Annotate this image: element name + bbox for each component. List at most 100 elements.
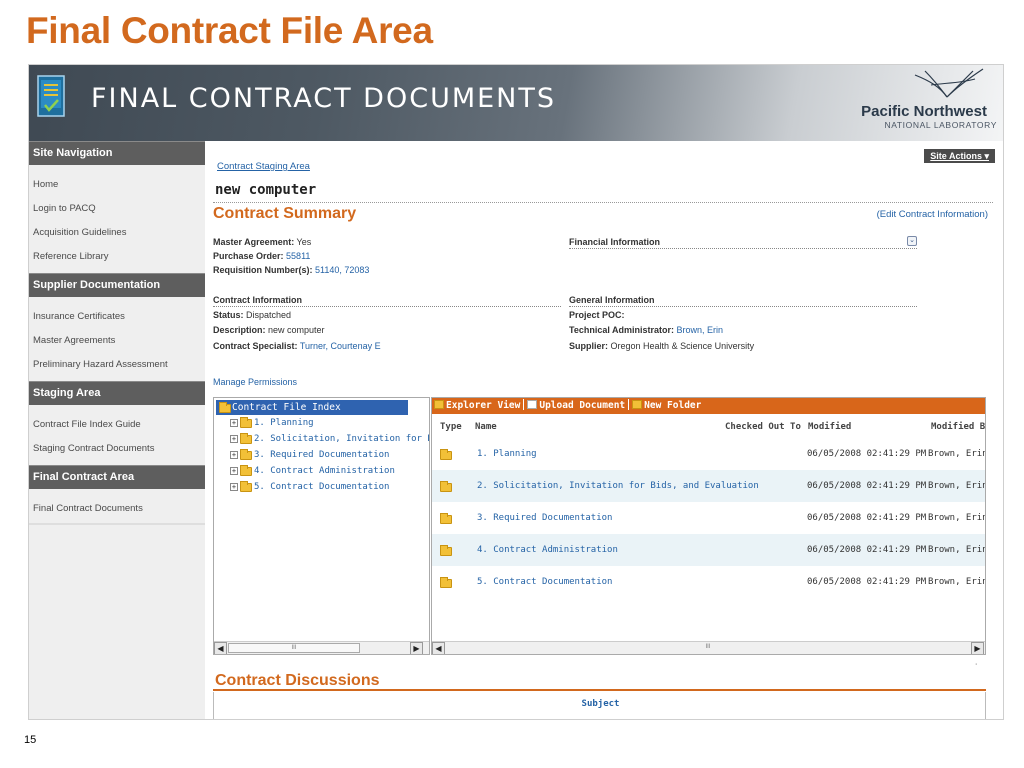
row-name-link[interactable]: 5. Contract Documentation bbox=[477, 577, 612, 587]
upload-icon bbox=[527, 400, 538, 409]
row-modified: 06/05/2008 02:41:29 PM bbox=[807, 513, 927, 523]
row-modified: 06/05/2008 02:41:29 PM bbox=[807, 481, 927, 491]
row-modified-by: Brown, Erin bbox=[928, 481, 986, 491]
page-title: new computer bbox=[215, 182, 317, 198]
contract-file-tree: − Contract File Index + 1. Planning + 2.… bbox=[213, 397, 430, 655]
page-number: 15 bbox=[24, 734, 37, 746]
specialist-field: Contract Specialist: Turner, Courtenay E bbox=[213, 341, 381, 351]
explorer-view-button[interactable]: Explorer View bbox=[434, 400, 520, 411]
new-folder-icon bbox=[632, 400, 643, 409]
tree-item-solicitation[interactable]: + 2. Solicitation, Invitation for Bids, … bbox=[230, 433, 429, 445]
plus-icon[interactable]: + bbox=[230, 467, 238, 475]
row-name-link[interactable]: 1. Planning bbox=[477, 449, 537, 459]
slide: Final Contract File Area FINAL CONTRACT … bbox=[0, 0, 1024, 768]
folder-icon bbox=[240, 481, 252, 492]
manage-permissions-link[interactable]: Manage Permissions bbox=[213, 377, 297, 387]
column-header-modified-by[interactable]: Modified By bbox=[931, 422, 985, 432]
specialist-link[interactable]: Turner, Courtenay E bbox=[300, 341, 381, 351]
folder-icon bbox=[440, 513, 452, 524]
folder-icon bbox=[240, 433, 252, 444]
scroll-left-icon[interactable]: ◀ bbox=[432, 642, 445, 654]
scroll-track[interactable]: III bbox=[446, 643, 970, 653]
folder-icon bbox=[440, 577, 452, 588]
tree-item-contract-administration[interactable]: + 4. Contract Administration bbox=[230, 465, 395, 477]
pnnl-subtitle: NATIONAL LABORATORY bbox=[884, 120, 997, 130]
row-name-link[interactable]: 4. Contract Administration bbox=[477, 545, 618, 555]
column-header-name[interactable]: Name bbox=[475, 422, 497, 432]
nav-heading-final-contract-area[interactable]: Final Contract Area bbox=[29, 465, 205, 489]
discussions-menu-icon[interactable]: ˙ bbox=[975, 663, 978, 674]
column-header-type[interactable]: Type bbox=[440, 422, 462, 432]
list-row[interactable]: 3. Required Documentation 06/05/2008 02:… bbox=[432, 502, 985, 534]
column-header-checked-out-to[interactable]: Checked Out To bbox=[725, 422, 801, 432]
discussions-table: Subject bbox=[213, 692, 987, 719]
plus-icon[interactable]: + bbox=[230, 419, 238, 427]
folder-icon bbox=[219, 402, 231, 413]
column-header-modified[interactable]: Modified bbox=[808, 422, 851, 432]
plus-icon[interactable]: + bbox=[230, 451, 238, 459]
new-folder-button[interactable]: New Folder bbox=[632, 400, 701, 411]
tree-item-required-documentation[interactable]: + 3. Required Documentation bbox=[230, 449, 389, 461]
pnnl-logo-icon bbox=[914, 68, 984, 98]
list-row[interactable]: 5. Contract Documentation 06/05/2008 02:… bbox=[432, 566, 985, 598]
row-modified: 06/05/2008 02:41:29 PM bbox=[807, 449, 927, 459]
list-row[interactable]: 1. Planning 06/05/2008 02:41:29 PM Brown… bbox=[432, 438, 985, 470]
scroll-left-icon[interactable]: ◀ bbox=[214, 642, 227, 654]
list-horizontal-scrollbar[interactable]: ◀ III ▶ bbox=[432, 641, 985, 654]
scroll-thumb[interactable]: III bbox=[228, 643, 360, 653]
folder-icon bbox=[240, 417, 252, 428]
row-modified: 06/05/2008 02:41:29 PM bbox=[807, 545, 927, 555]
upload-document-button[interactable]: Upload Document bbox=[527, 400, 625, 411]
tree-horizontal-scrollbar[interactable]: ◀ III ▶ bbox=[214, 641, 429, 654]
plus-icon[interactable]: + bbox=[230, 483, 238, 491]
nav-item-contract-file-index-guide[interactable]: Contract File Index Guide bbox=[29, 413, 205, 437]
row-name-link[interactable]: 3. Required Documentation bbox=[477, 513, 612, 523]
nav-item-master-agreements[interactable]: Master Agreements bbox=[29, 329, 205, 353]
row-modified-by: Brown, Erin bbox=[928, 545, 986, 555]
nav-heading-supplier-documentation[interactable]: Supplier Documentation bbox=[29, 273, 205, 297]
scroll-right-icon[interactable]: ▶ bbox=[971, 642, 984, 654]
general-info-heading: General Information bbox=[569, 295, 917, 307]
explorer-toolbar: Explorer View Upload Document New Folder bbox=[432, 398, 985, 414]
row-name-link[interactable]: 2. Solicitation, Invitation for Bids, an… bbox=[477, 481, 759, 491]
site-actions-menu[interactable]: Site Actions ▾ bbox=[924, 149, 995, 163]
nav-item-home[interactable]: Home bbox=[29, 173, 205, 197]
purchase-order-link[interactable]: 55811 bbox=[286, 251, 310, 261]
list-row[interactable]: 2. Solicitation, Invitation for Bids, an… bbox=[432, 470, 985, 502]
contract-summary-heading: Contract Summary bbox=[213, 205, 357, 222]
nav-item-login-pacq[interactable]: Login to PACQ bbox=[29, 197, 205, 221]
column-header-subject[interactable]: Subject bbox=[214, 692, 987, 716]
nav-item-reference-library[interactable]: Reference Library bbox=[29, 245, 205, 269]
purchase-order-field: Purchase Order: 55811 bbox=[213, 251, 311, 261]
tree-item-contract-documentation[interactable]: + 5. Contract Documentation bbox=[230, 481, 389, 493]
project-poc-field: Project POC: bbox=[569, 310, 625, 320]
nav-divider bbox=[29, 523, 205, 525]
pnnl-name: Pacific Northwest bbox=[861, 103, 987, 120]
main-content: Site Actions ▾ Contract Staging Area new… bbox=[205, 141, 1003, 719]
technical-admin-link[interactable]: Brown, Erin bbox=[677, 325, 724, 335]
left-navigation: Site Navigation Home Login to PACQ Acqui… bbox=[29, 141, 205, 719]
folder-icon bbox=[440, 449, 452, 460]
nav-item-staging-contract-documents[interactable]: Staging Contract Documents bbox=[29, 437, 205, 461]
pnnl-logo: Pacific Northwest NATIONAL LABORATORY bbox=[829, 67, 999, 131]
breadcrumb-link[interactable]: Contract Staging Area bbox=[217, 161, 310, 172]
banner-title: FINAL CONTRACT DOCUMENTS bbox=[91, 83, 557, 114]
tree-item-planning[interactable]: + 1. Planning bbox=[230, 417, 314, 429]
nav-heading-site-navigation[interactable]: Site Navigation bbox=[29, 141, 205, 165]
requisition-link[interactable]: 51140, 72083 bbox=[315, 265, 369, 275]
scroll-right-icon[interactable]: ▶ bbox=[410, 642, 423, 654]
nav-heading-staging-area[interactable]: Staging Area bbox=[29, 381, 205, 405]
edit-contract-info-link[interactable]: (Edit Contract Information) bbox=[877, 209, 988, 220]
tree-root-contract-file-index[interactable]: Contract File Index bbox=[216, 400, 408, 415]
nav-item-insurance-certificates[interactable]: Insurance Certificates bbox=[29, 305, 205, 329]
list-row[interactable]: 4. Contract Administration 06/05/2008 02… bbox=[432, 534, 985, 566]
plus-icon[interactable]: + bbox=[230, 435, 238, 443]
nav-item-acquisition-guidelines[interactable]: Acquisition Guidelines bbox=[29, 221, 205, 245]
nav-item-preliminary-hazard-assessment[interactable]: Preliminary Hazard Assessment bbox=[29, 353, 205, 377]
row-modified-by: Brown, Erin bbox=[928, 513, 986, 523]
row-modified-by: Brown, Erin bbox=[928, 577, 986, 587]
expand-icon[interactable]: ⌄ bbox=[907, 236, 917, 246]
folder-icon bbox=[440, 481, 452, 492]
row-modified-by: Brown, Erin bbox=[928, 449, 986, 459]
nav-item-final-contract-documents[interactable]: Final Contract Documents bbox=[29, 497, 205, 521]
